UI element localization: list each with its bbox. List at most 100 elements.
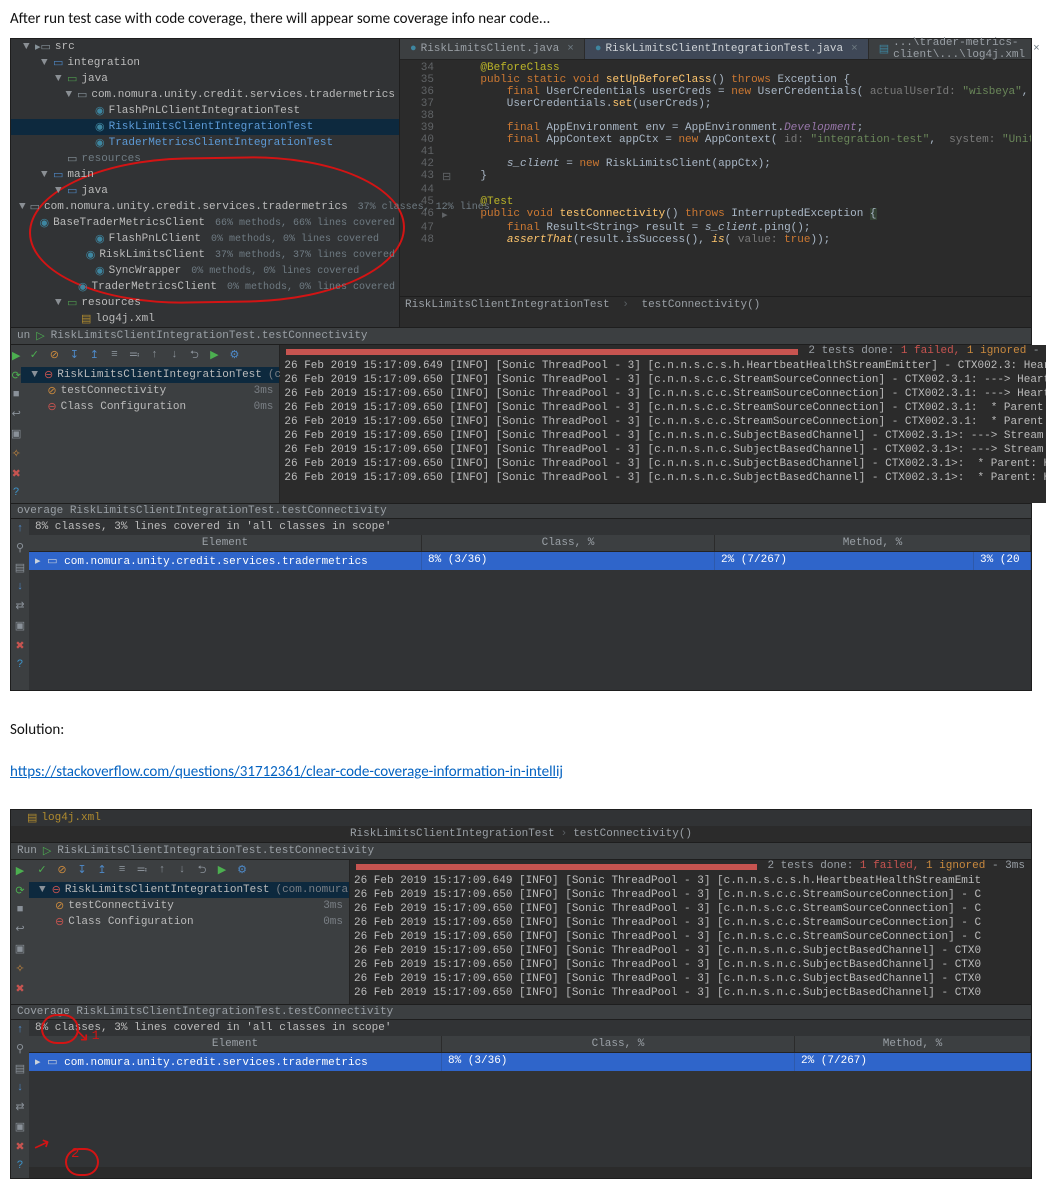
breadcrumb[interactable]: RiskLimitsClientIntegrationTest › testCo… — [399, 296, 1031, 313]
tree-item[interactable]: ▼▭resources — [11, 295, 399, 311]
toolbar-icon[interactable]: ↑ — [147, 348, 161, 362]
toolbar-icon[interactable]: ⊘ — [55, 863, 69, 877]
test-row[interactable]: ⊘testConnectivity3ms — [29, 898, 349, 914]
toolbar-icon[interactable]: ⮌ — [195, 863, 209, 877]
tree-item[interactable]: ▼▭integration — [11, 55, 399, 71]
code-line[interactable]: 45 @Test — [400, 196, 1031, 208]
toolstrip-icon[interactable]: ↩ — [12, 407, 21, 421]
toolbar-icon[interactable]: ↧ — [67, 348, 81, 362]
toolbar-icon[interactable]: ▶ — [207, 348, 221, 362]
editor-tab[interactable]: ●RiskLimitsClient.java× — [400, 39, 585, 59]
toolbar-icon[interactable]: ⚙ — [227, 348, 241, 362]
toolstrip-icon[interactable]: ? — [17, 1160, 24, 1172]
toolstrip-icon[interactable]: ■ — [17, 904, 24, 916]
code-line[interactable]: 36 final UserCredentials userCreds = new… — [400, 86, 1031, 98]
coverage-row-2[interactable]: ▸ ▭ com.nomura.unity.credit.services.tra… — [29, 1053, 1031, 1071]
tree-item[interactable]: ▼▭com.nomura.unity.credit.services.trade… — [11, 87, 399, 103]
coverage-toolstrip-2[interactable]: ↑⚲▤↓⇄▣✖? — [11, 1020, 29, 1178]
breadcrumb-2[interactable]: pad RiskLimitsClientIntegrationTest›test… — [11, 826, 1031, 842]
code-line[interactable]: 48 assertThat(result.isSuccess(), is( va… — [400, 234, 1031, 246]
console-output-2[interactable]: 26 Feb 2019 15:17:09.649 [INFO] [Sonic T… — [350, 872, 1031, 1004]
tree-item[interactable]: ◉FlashPnLClientIntegrationTest — [11, 103, 399, 119]
toolstrip-icon[interactable]: ↓ — [17, 1082, 24, 1094]
toolstrip-icon[interactable]: ✖ — [15, 982, 24, 996]
toolbar-icon[interactable]: ✓ — [27, 348, 41, 362]
code-line[interactable]: 41 — [400, 146, 1031, 158]
toolstrip-icon[interactable]: ▣ — [15, 619, 25, 633]
toolstrip-icon[interactable]: ⚲ — [16, 541, 24, 555]
console-panel[interactable]: 2 tests done: 1 failed, 1 ignored - 3ms … — [280, 345, 1046, 503]
toolbar-icon[interactable]: ↑ — [155, 863, 169, 877]
toolbar-icon[interactable]: ↥ — [87, 348, 101, 362]
toolbar-icon[interactable]: ≡ — [107, 348, 121, 362]
toolstrip-icon[interactable]: ? — [17, 659, 24, 671]
code-line[interactable]: 37 UserCredentials.set(userCreds); — [400, 98, 1031, 110]
breadcrumb-class[interactable]: RiskLimitsClientIntegrationTest — [405, 299, 610, 311]
run-left-toolstrip[interactable]: ▶⟳■↩▣✧✖? — [11, 345, 21, 503]
tree-item[interactable]: ▭resources — [11, 151, 399, 167]
code-line[interactable]: 39 final AppEnvironment env = AppEnviron… — [400, 122, 1031, 134]
code-editor[interactable]: 34 @BeforeClass35 public static void set… — [400, 60, 1031, 296]
toolstrip-icon[interactable]: ↑ — [17, 1024, 24, 1036]
tree-item[interactable]: ◉TraderMetricsClient0% methods, 0% lines… — [11, 279, 399, 295]
toolstrip-icon[interactable]: ✖ — [12, 467, 21, 481]
tree-item[interactable]: ▼▭com.nomura.unity.credit.services.trade… — [11, 199, 399, 215]
toolstrip-icon[interactable]: ▶ — [12, 349, 20, 363]
toolstrip-icon[interactable]: ⟳ — [15, 884, 24, 898]
coverage-panel-header-2[interactable]: Coverage RiskLimitsClientIntegrationTest… — [11, 1004, 1031, 1020]
toolstrip-icon[interactable]: ▤ — [15, 1062, 25, 1076]
toolbar-icon[interactable]: ⊘ — [47, 348, 61, 362]
coverage-row[interactable]: ▸ ▭ com.nomura.unity.credit.services.tra… — [29, 552, 1031, 570]
toolstrip-icon[interactable]: ⚲ — [16, 1042, 24, 1056]
toolstrip-icon[interactable]: ✧ — [15, 962, 24, 976]
toolbar-icon[interactable]: ↥ — [95, 863, 109, 877]
toolbar-icon[interactable]: ↧ — [75, 863, 89, 877]
code-line[interactable]: 38 — [400, 110, 1031, 122]
tree-item[interactable]: ▼▭java — [11, 183, 399, 199]
editor-tab[interactable]: ●RiskLimitsClientIntegrationTest.java× — [585, 39, 869, 59]
close-icon[interactable]: × — [567, 43, 574, 55]
toolstrip-icon[interactable]: ⟳ — [12, 369, 21, 383]
toolbar-icon[interactable]: ≕ — [127, 348, 141, 362]
code-line[interactable]: 43⊟ } — [400, 170, 1031, 184]
tree-item[interactable]: ◉SyncWrapper0% methods, 0% lines covered — [11, 263, 399, 279]
close-icon[interactable]: × — [851, 43, 858, 55]
toolbar-icon[interactable]: ≡ — [115, 863, 129, 877]
tree-item[interactable]: ▼▭main — [11, 167, 399, 183]
code-line[interactable]: 34 @BeforeClass — [400, 62, 1031, 74]
code-line[interactable]: 46▸ public void testConnectivity() throw… — [400, 208, 1031, 222]
tree-item[interactable]: ◉FlashPnLClient0% methods, 0% lines cove… — [11, 231, 399, 247]
tree-item[interactable]: ◉BaseTraderMetricsClient66% methods, 66%… — [11, 215, 399, 231]
toolstrip-icon[interactable]: ? — [13, 487, 20, 499]
test-row[interactable]: ▼⊖RiskLimitsClientIntegrationTest(com.no… — [29, 882, 349, 898]
code-line[interactable]: 47 final Result<String> result = s_clien… — [400, 222, 1031, 234]
console-panel-2[interactable]: 2 tests done: 1 failed, 1 ignored - 3ms … — [350, 860, 1031, 1004]
toolstrip-icon[interactable]: ⇄ — [15, 599, 24, 613]
toolstrip-icon[interactable]: ▶ — [16, 864, 24, 878]
run-panel-header[interactable]: un ▷ RiskLimitsClientIntegrationTest.tes… — [11, 327, 1031, 345]
code-line[interactable]: 35 public static void setUpBeforeClass()… — [400, 74, 1031, 86]
toolbar-icon[interactable]: ✓ — [35, 863, 49, 877]
toolstrip-icon[interactable]: ✖ — [15, 639, 24, 653]
toolstrip-icon[interactable]: ■ — [13, 389, 20, 401]
console-output[interactable]: 26 Feb 2019 15:17:09.649 [INFO] [Sonic T… — [280, 357, 1046, 489]
close-icon[interactable]: × — [1033, 43, 1040, 55]
toolbar-icon[interactable]: ↓ — [175, 863, 189, 877]
test-row[interactable]: ⊘testConnectivity3ms — [21, 383, 279, 399]
toolbar-icon[interactable]: ⮌ — [187, 348, 201, 362]
code-line[interactable]: 42 s_client = new RiskLimitsClient(appCt… — [400, 158, 1031, 170]
toolstrip-icon[interactable]: ↑ — [17, 523, 24, 535]
test-row[interactable]: ⊖Class Configuration0ms — [29, 914, 349, 930]
test-results-panel[interactable]: ✓⊘↧↥≡≕↑↓⮌▶⚙ ▼⊖RiskLimitsClientIntegratio… — [21, 345, 280, 503]
test-toolbar[interactable]: ✓⊘↧↥≡≕↑↓⮌▶⚙ — [21, 345, 279, 365]
code-line[interactable]: 44 — [400, 184, 1031, 196]
toolstrip-icon[interactable]: ↓ — [17, 581, 24, 593]
test-results-panel-2[interactable]: ✓⊘↧↥≡≕↑↓⮌▶⚙ ▼⊖RiskLimitsClientIntegratio… — [29, 860, 350, 1004]
toolstrip-icon[interactable]: ↩ — [15, 922, 24, 936]
breadcrumb-method[interactable]: testConnectivity() — [641, 299, 760, 311]
coverage-panel-header[interactable]: overage RiskLimitsClientIntegrationTest.… — [11, 503, 1031, 519]
code-line[interactable]: 40 final AppContext appCtx = new AppCont… — [400, 134, 1031, 146]
tree-item[interactable]: ◉TraderMetricsClientIntegrationTest — [11, 135, 399, 151]
test-row[interactable]: ▼⊖RiskLimitsClientIntegrationTest(com.no… — [21, 367, 279, 383]
run-left-toolstrip-2[interactable]: ▶⟳■↩▣✧✖ — [11, 860, 29, 1004]
